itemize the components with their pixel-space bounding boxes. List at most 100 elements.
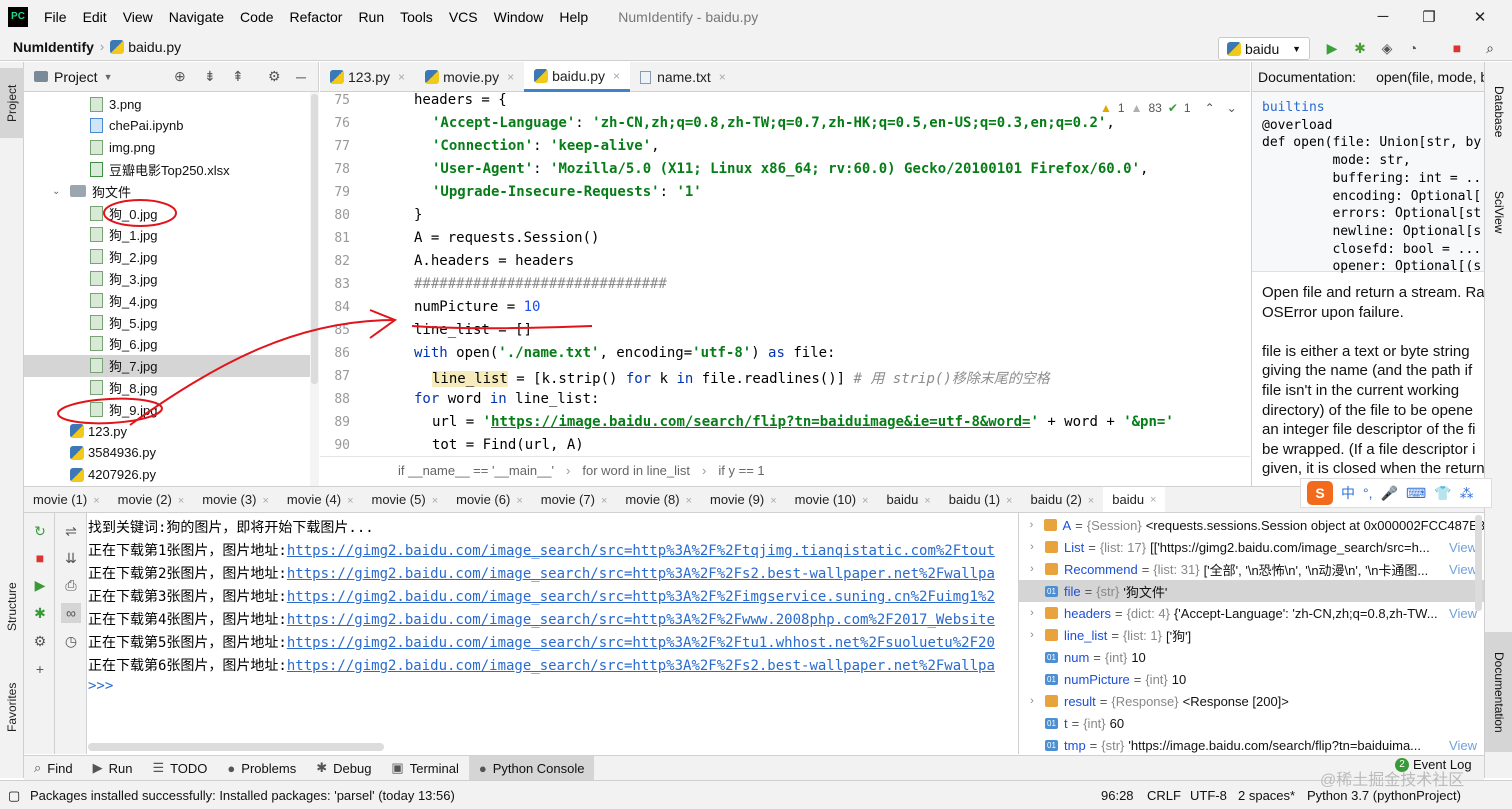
tree-file[interactable]: 123.py	[24, 420, 310, 442]
tree-file[interactable]: 狗_1.jpg	[24, 224, 310, 246]
tree-file[interactable]: img.png	[24, 137, 310, 159]
execute-icon[interactable]: ▶	[30, 575, 50, 595]
keyboard-icon[interactable]: ⌨	[1406, 485, 1426, 502]
run-tab[interactable]: movie (4) ×	[278, 492, 363, 507]
tree-file[interactable]: 狗_9.jpg	[24, 398, 310, 420]
variable-row[interactable]: › result = {Response} <Response [200]>	[1019, 690, 1484, 712]
close-tab-icon[interactable]: ×	[613, 69, 620, 83]
tool-window-find[interactable]: ⌕ Find	[24, 756, 83, 781]
documentation-tool-tab[interactable]: Documentation	[1485, 632, 1512, 752]
chevron-down-icon[interactable]: ▼	[104, 72, 113, 82]
run-tab[interactable]: baidu ×	[1103, 487, 1166, 512]
minimize-button[interactable]: ─	[1360, 0, 1406, 33]
view-link[interactable]: View	[1449, 540, 1477, 555]
tree-file[interactable]: 狗_4.jpg	[24, 289, 310, 311]
tool-window-python-console[interactable]: ● Python Console	[468, 755, 595, 781]
microphone-icon[interactable]: 🎤	[1381, 485, 1398, 502]
breadcrumb-item[interactable]: if y == 1	[718, 463, 764, 478]
variable-row[interactable]: 01 t = {int} 60	[1019, 712, 1484, 734]
show-variables-icon[interactable]: ∞	[61, 603, 81, 623]
variable-row[interactable]: › headers = {dict: 4} {'Accept-Language': 'z…	[1019, 602, 1484, 624]
breadcrumb-item[interactable]: for word in line_list	[582, 463, 690, 478]
debug-icon[interactable]: ✱	[30, 603, 50, 623]
chevron-right-icon[interactable]: ›	[1019, 519, 1044, 531]
maximize-button[interactable]: ❐	[1406, 0, 1452, 33]
menu-run[interactable]: Run	[350, 9, 392, 25]
add-icon[interactable]: +	[30, 659, 50, 679]
close-tab-icon[interactable]: ×	[432, 495, 438, 507]
menu-refactor[interactable]: Refactor	[282, 9, 351, 25]
tree-file[interactable]: 4207926.py	[24, 464, 310, 486]
play-icon[interactable]: ▶	[1322, 38, 1342, 58]
run-tab[interactable]: movie (9) ×	[701, 492, 786, 507]
inspection-widget[interactable]: ▲ 1 ▲ 83 ✔ 1 ⌃ ⌄	[1100, 100, 1237, 116]
variable-row[interactable]: 01 file = {str} '狗文件'	[1019, 580, 1484, 602]
ime-punctuation[interactable]: °,	[1363, 485, 1373, 501]
close-window-button[interactable]: ✕	[1457, 0, 1503, 33]
code-url[interactable]: https://image.baidu.com/search/flip?tn=b…	[491, 414, 1030, 430]
variable-row[interactable]: 01 tmp = {str}'https://image.baidu.com/sear…	[1019, 734, 1484, 754]
horizontal-scrollbar[interactable]	[88, 743, 384, 751]
chevron-right-icon[interactable]: ›	[1019, 695, 1045, 707]
scrollbar-thumb[interactable]	[1475, 515, 1482, 611]
tree-file[interactable]: 狗_6.jpg	[24, 333, 310, 355]
tab-baidu-py[interactable]: baidu.py ×	[524, 62, 631, 92]
tree-file[interactable]: chePai.ipynb	[24, 115, 310, 137]
view-link[interactable]: View	[1449, 738, 1477, 753]
project-panel-title[interactable]: Project	[54, 69, 98, 85]
stop-icon[interactable]: ■	[30, 548, 50, 568]
ime-toolbar[interactable]: S 中 °, 🎤 ⌨ 👕 ⁂	[1300, 478, 1492, 508]
run-tab[interactable]: movie (5) ×	[363, 492, 448, 507]
indent-setting[interactable]: 2 spaces*	[1238, 781, 1295, 809]
close-tab-icon[interactable]: ×	[719, 70, 726, 84]
run-configuration-select[interactable]: baidu ▼	[1218, 37, 1310, 60]
close-tab-icon[interactable]: ×	[398, 70, 405, 84]
menu-file[interactable]: File	[36, 9, 75, 25]
chevron-right-icon[interactable]: ›	[1019, 541, 1045, 553]
breadcrumb-project[interactable]: NumIdentify	[13, 39, 94, 55]
close-tab-icon[interactable]: ×	[924, 495, 930, 507]
close-tab-icon[interactable]: ×	[686, 495, 692, 507]
status-icon[interactable]: ▢	[8, 781, 20, 809]
structure-tool-tab[interactable]: Structure	[0, 567, 24, 647]
run-tab[interactable]: movie (6) ×	[447, 492, 532, 507]
chevron-right-icon[interactable]: ›	[1019, 607, 1045, 619]
tool-window-terminal[interactable]: ▣ Terminal	[381, 756, 468, 781]
close-tab-icon[interactable]: ×	[178, 495, 184, 507]
chevron-down-icon[interactable]: ⌄	[52, 186, 60, 197]
print-icon[interactable]: ⎙	[61, 575, 81, 595]
menu-vcs[interactable]: VCS	[441, 9, 486, 25]
run-tab[interactable]: baidu (1) ×	[940, 492, 1022, 507]
run-tab[interactable]: baidu ×	[877, 492, 939, 507]
tree-file[interactable]: 狗_5.jpg	[24, 311, 310, 333]
rerun-icon[interactable]: ↻	[30, 521, 50, 541]
menu-edit[interactable]: Edit	[75, 9, 115, 25]
run-tab[interactable]: baidu (2) ×	[1021, 492, 1103, 507]
hide-icon[interactable]: ─	[296, 69, 306, 85]
tree-file[interactable]: 3584936.py	[24, 442, 310, 464]
tab-123-py[interactable]: 123.py ×	[320, 62, 415, 92]
tree-file[interactable]: 狗_0.jpg	[24, 202, 310, 224]
console-url-link[interactable]: https://gimg2.baidu.com/image_search/src…	[287, 658, 995, 674]
variable-row[interactable]: 01 num = {int} 10	[1019, 646, 1484, 668]
next-problem-icon[interactable]: ⌄	[1227, 101, 1237, 115]
close-tab-icon[interactable]: ×	[507, 70, 514, 84]
scrollbar-thumb[interactable]	[311, 94, 318, 384]
database-tool-tab[interactable]: Database	[1485, 72, 1512, 152]
menu-code[interactable]: Code	[232, 9, 281, 25]
line-separator[interactable]: CRLF	[1147, 781, 1181, 809]
tree-file[interactable]: 狗_8.jpg	[24, 376, 310, 398]
debug-icon[interactable]: ✱	[1350, 38, 1370, 58]
history-icon[interactable]: ◷	[61, 631, 81, 651]
stop-icon[interactable]: ■	[1447, 38, 1467, 58]
sciview-tool-tab[interactable]: SciView	[1485, 177, 1512, 247]
tool-window-problems[interactable]: ● Problems	[217, 756, 306, 781]
expand-all-icon[interactable]: ⇟	[204, 68, 216, 85]
breadcrumb-item[interactable]: if __name__ == '__main__'	[398, 463, 554, 478]
gear-icon[interactable]: ⚙	[30, 631, 50, 651]
close-tab-icon[interactable]: ×	[1006, 495, 1012, 507]
tool-window-run[interactable]: ▶ Run	[83, 756, 143, 781]
variable-row[interactable]: › List = {list: 17} [['https://gimg2.baidu.c…	[1019, 536, 1484, 558]
menu-tools[interactable]: Tools	[392, 9, 441, 25]
soft-wrap-icon[interactable]: ⇌	[61, 521, 81, 541]
